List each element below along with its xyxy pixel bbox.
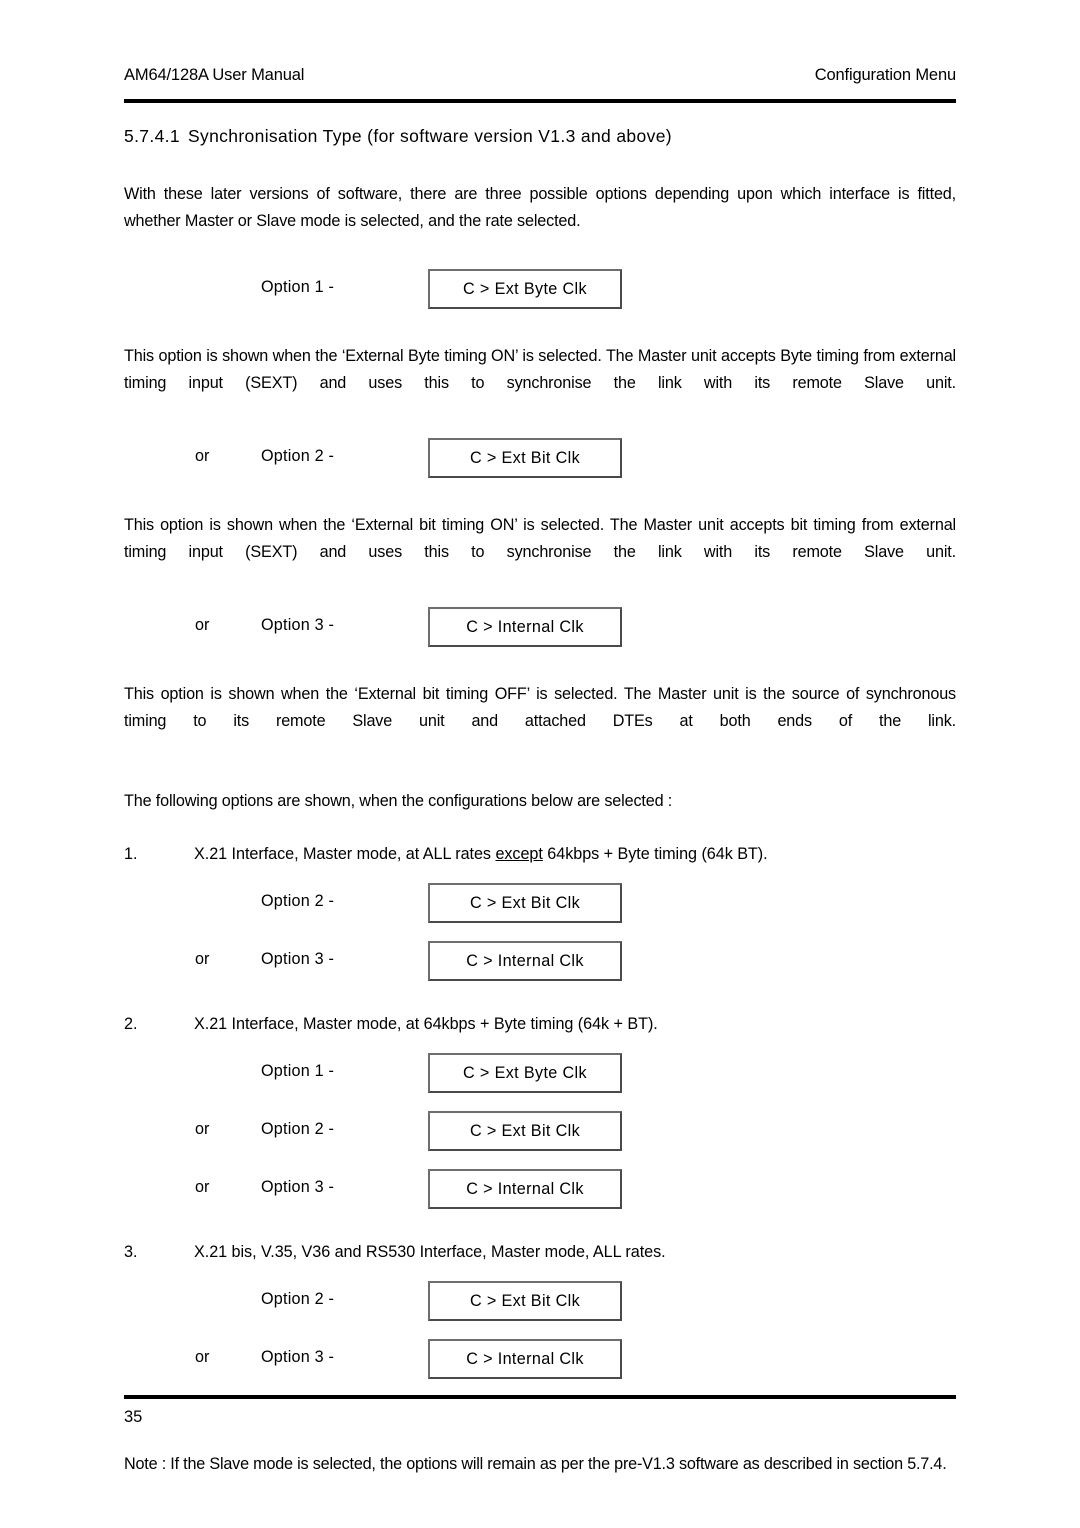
option-row: Option 2 - C > Ext Bit Clk [124, 883, 956, 927]
or-label: or [195, 616, 210, 634]
or-label: or [195, 447, 210, 465]
list-item-text-before: X.21 Interface, Master mode, at 64kbps +… [194, 1015, 658, 1033]
list-item-marker: 3. [124, 1243, 138, 1261]
header-divider-rule [124, 99, 956, 103]
option-row-2: or Option 2 - C > Ext Bit Clk [124, 438, 956, 482]
or-label: or [195, 1348, 210, 1366]
option-row: or Option 3 - C > Internal Clk [124, 941, 956, 985]
or-label: or [195, 1120, 210, 1138]
numbered-configuration-list: 1. X.21 Interface, Master mode, at ALL ra… [124, 841, 956, 1409]
option-row: Option 1 - C > Ext Byte Clk [124, 1053, 956, 1097]
footer-divider-rule [124, 1395, 956, 1399]
option-value-box[interactable]: C > Ext Byte Clk [428, 269, 622, 309]
option-row-1: Option 1 - C > Ext Byte Clk [124, 269, 956, 313]
option-label: Option 3 - [261, 616, 335, 634]
page-content: 5.7.4.1 Synchronisation Type (for softwar… [124, 126, 956, 1494]
option-value-box[interactable]: C > Ext Bit Clk [428, 883, 622, 923]
option-label: Option 2 - [261, 892, 335, 910]
numbered-list-item: 2. X.21 Interface, Master mode, at 64kbps… [124, 1011, 956, 1039]
list-item-options: Option 1 - C > Ext Byte Clk or Option 2 - C … [124, 1053, 956, 1213]
option-row: or Option 3 - C > Internal Clk [124, 1169, 956, 1213]
paragraph-byte-timing: This option is shown when the ‘External … [124, 347, 956, 392]
option-label: Option 1 - [261, 1062, 335, 1080]
numbered-list-item: 3. X.21 bis, V.35, V36 and RS530 Interfac… [124, 1239, 956, 1267]
or-label: or [195, 1178, 210, 1196]
document-page: AM64/128A User Manual Configuration Menu… [0, 0, 1080, 1528]
list-item-text: X.21 Interface, Master mode, at 64kbps +… [194, 1011, 956, 1038]
lead-in-paragraph: The following options are shown, when th… [124, 792, 673, 810]
list-item-text: X.21 bis, V.35, V36 and RS530 Interface,… [194, 1239, 956, 1266]
or-label: or [195, 950, 210, 968]
option-label: Option 2 - [261, 1290, 335, 1308]
option-row: or Option 3 - C > Internal Clk [124, 1339, 956, 1383]
page-number: 35 [124, 1408, 143, 1426]
option-value-box[interactable]: C > Internal Clk [428, 607, 622, 647]
list-item-text-emphasis: except [495, 845, 543, 863]
option-label: Option 3 - [261, 950, 335, 968]
intro-paragraph: With these later versions of software, t… [124, 185, 956, 230]
paragraph-bit-timing: This option is shown when the ‘External … [124, 516, 956, 561]
page-header: AM64/128A User Manual Configuration Menu [124, 66, 956, 85]
list-item-options: Option 2 - C > Ext Bit Clk or Option 3 - C >… [124, 883, 956, 985]
list-item-options: Option 2 - C > Ext Bit Clk or Option 3 - C >… [124, 1281, 956, 1383]
option-label: Option 2 - [261, 447, 335, 465]
list-item-text-before: X.21 bis, V.35, V36 and RS530 Interface,… [194, 1243, 666, 1261]
option-row: Option 2 - C > Ext Bit Clk [124, 1281, 956, 1325]
option-label: Option 3 - [261, 1178, 335, 1196]
section-heading: 5.7.4.1 Synchronisation Type (for softwar… [124, 126, 956, 147]
numbered-list-item: 1. X.21 Interface, Master mode, at ALL ra… [124, 841, 956, 869]
section-number: 5.7.4.1 [124, 126, 180, 146]
option-row: or Option 2 - C > Ext Bit Clk [124, 1111, 956, 1155]
section-title: Synchronisation Type (for software versi… [187, 126, 672, 146]
option-label: Option 3 - [261, 1348, 335, 1366]
header-right-title: Configuration Menu [814, 66, 956, 84]
list-item-text-before: X.21 Interface, Master mode, at ALL rate… [194, 845, 496, 863]
header-left-title: AM64/128A User Manual [124, 66, 305, 84]
option-value-box[interactable]: C > Internal Clk [428, 941, 622, 981]
option-row-3: or Option 3 - C > Internal Clk [124, 607, 956, 651]
option-label: Option 2 - [261, 1120, 335, 1138]
paragraph-timing-off: This option is shown when the ‘External … [124, 685, 956, 730]
note-paragraph: Note : If the Slave mode is selected, th… [124, 1455, 947, 1474]
option-value-box[interactable]: C > Internal Clk [428, 1169, 622, 1209]
option-value-box[interactable]: C > Ext Byte Clk [428, 1053, 622, 1093]
option-value-box[interactable]: C > Ext Bit Clk [428, 1111, 622, 1151]
list-item-marker: 2. [124, 1015, 138, 1033]
list-item-text: X.21 Interface, Master mode, at ALL rate… [194, 841, 956, 868]
option-label: Option 1 - [261, 278, 335, 296]
option-value-box[interactable]: C > Internal Clk [428, 1339, 622, 1379]
option-value-box[interactable]: C > Ext Bit Clk [428, 438, 622, 478]
list-item-text-after: 64kbps + Byte timing (64k BT). [542, 845, 768, 863]
list-item-marker: 1. [124, 845, 138, 863]
option-value-box[interactable]: C > Ext Bit Clk [428, 1281, 622, 1321]
